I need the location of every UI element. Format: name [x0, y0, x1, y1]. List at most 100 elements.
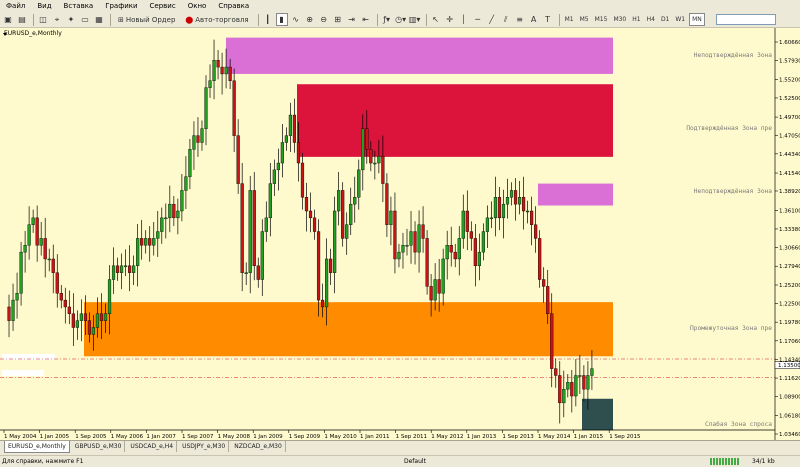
menu-item[interactable]: Справка — [218, 2, 249, 10]
price-tick-label: 1.47050 — [779, 133, 800, 139]
candle-body — [389, 210, 393, 225]
candle-body — [119, 265, 124, 273]
chart-window[interactable]: Неподтверждённая Зона Подтверждённая Зона… — [0, 28, 800, 440]
zone-label: Промежуточная Зона пре — [690, 325, 772, 332]
candle-body — [39, 238, 43, 246]
candle-body — [485, 217, 489, 232]
candle-chart-icon[interactable]: ▮ — [275, 13, 288, 26]
period-icon[interactable]: ◷▾ — [395, 13, 407, 26]
candle-body — [87, 320, 92, 335]
candle-body — [188, 149, 192, 177]
zone-label: Подтверждённая Зона пре — [686, 125, 772, 132]
timeframe-button[interactable]: M5 — [578, 13, 591, 26]
candle-body — [59, 293, 63, 301]
auto-trading-button[interactable]: ⬤ Авто-торговля — [181, 13, 252, 26]
new-order-button[interactable]: ⊞ Новый Ордер — [114, 13, 179, 26]
cursor-icon[interactable]: ↖ — [430, 13, 442, 26]
candle-body — [31, 217, 35, 225]
text-icon[interactable]: A — [528, 13, 540, 26]
zoom-out-icon[interactable]: ⊖ — [318, 13, 330, 26]
menu-item[interactable]: Сервис — [150, 2, 176, 10]
chart-tab[interactable]: NZDCAD_e,M30 — [231, 441, 286, 452]
price-tick-label: 1.22500 — [779, 302, 800, 308]
candle-body — [465, 210, 469, 232]
candle-body — [79, 313, 83, 321]
menu-bar: Файл Вид Вставка Графики Сервис Окно Справка — [0, 0, 800, 12]
zone-rect — [538, 183, 613, 206]
candle-body — [43, 238, 47, 260]
vertical-line-icon[interactable]: │ — [458, 13, 470, 26]
timeframe-button[interactable]: M1 — [563, 13, 576, 26]
menu-item[interactable]: Вставка — [64, 2, 94, 10]
tester-icon[interactable]: ▦ — [93, 13, 105, 26]
timeframe-button[interactable]: H1 — [630, 13, 642, 26]
chart-tab[interactable]: USDJPY_e,M30 — [179, 441, 230, 452]
menu-item[interactable]: Вид — [37, 2, 51, 10]
tile-icon[interactable]: ⊞ — [332, 13, 344, 26]
line-chart-icon[interactable]: ∿ — [290, 13, 302, 26]
zone-label: Неподтверждённая Зона — [694, 188, 773, 195]
zoom-in-icon[interactable]: ⊕ — [304, 13, 316, 26]
status-bar: Для справки, нажмите F1 Default 34/1 kb — [0, 455, 800, 467]
bar-chart-icon[interactable]: ┃ — [262, 13, 274, 26]
chart-shift-icon[interactable]: ⇤ — [360, 13, 372, 26]
candle-body — [296, 142, 301, 164]
search-input[interactable] — [716, 14, 776, 25]
candle-body — [272, 169, 276, 184]
autoscroll-icon[interactable]: ⇥ — [346, 13, 358, 26]
timeframe-button[interactable]: MN — [689, 13, 705, 26]
candle-body — [377, 155, 381, 164]
candle-body — [538, 238, 542, 280]
candle-body — [433, 279, 437, 301]
candle-body — [51, 258, 55, 273]
new-chart-icon[interactable]: ▣ — [2, 13, 14, 26]
timeframe-button[interactable]: W1 — [673, 13, 687, 26]
templates-icon[interactable]: ▥▾ — [409, 13, 421, 26]
candle-body — [570, 382, 574, 397]
auto-trading-label: Авто-торговля — [195, 15, 249, 24]
candle-body — [192, 135, 196, 150]
equidistant-channel-icon[interactable]: ⫽ — [500, 13, 512, 26]
timeframe-button[interactable]: M30 — [611, 13, 628, 26]
navigator-icon[interactable]: ✦ — [65, 13, 77, 26]
candle-body — [308, 210, 313, 219]
candle-body — [558, 375, 562, 404]
candle-body — [546, 286, 550, 314]
terminal-icon[interactable]: ▭ — [79, 13, 91, 26]
separator — [110, 13, 111, 26]
market-watch-icon[interactable]: ◫ — [37, 13, 49, 26]
candle-body — [204, 87, 208, 129]
candle-body — [27, 224, 31, 246]
status-traffic: 34/1 kb — [752, 458, 775, 465]
separator — [257, 13, 259, 26]
menu-item[interactable]: Графики — [105, 2, 137, 10]
current-price-label: 1.13500 — [778, 363, 800, 369]
candle-body — [292, 114, 297, 143]
candle-body — [449, 245, 453, 253]
price-tick-label: 1.06180 — [779, 413, 800, 419]
candle-body — [509, 190, 514, 198]
profiles-icon[interactable]: ▤ — [16, 13, 28, 26]
crosshair-icon[interactable]: ✛ — [444, 13, 456, 26]
candle-body — [393, 210, 397, 260]
timeframe-button[interactable]: M15 — [593, 13, 610, 26]
horizontal-line-icon[interactable]: ─ — [472, 13, 484, 26]
fibonacci-icon[interactable]: ≡ — [514, 13, 526, 26]
label-icon[interactable]: T — [542, 13, 554, 26]
candle-body — [300, 162, 305, 198]
chart-tab[interactable]: EURUSD_e,Monthly — [4, 441, 70, 453]
candle-body — [63, 299, 67, 308]
indicators-icon[interactable]: ƒ▾ — [381, 13, 393, 26]
menu-item[interactable]: Файл — [6, 2, 25, 10]
price-tick-label: 1.60660 — [779, 40, 800, 46]
data-window-icon[interactable]: ⌖ — [51, 13, 63, 26]
connection-status-icon — [710, 458, 740, 465]
menu-item[interactable]: Окно — [188, 2, 207, 10]
candle-body — [425, 238, 429, 287]
candle-body — [156, 231, 160, 239]
chart-tab[interactable]: GBPUSD_e,M30 — [72, 441, 126, 452]
trendline-icon[interactable]: ╱ — [486, 13, 498, 26]
timeframe-button[interactable]: H4 — [645, 13, 657, 26]
chart-tab[interactable]: USDCAD_e,H4 — [127, 441, 178, 452]
timeframe-button[interactable]: D1 — [659, 13, 671, 26]
